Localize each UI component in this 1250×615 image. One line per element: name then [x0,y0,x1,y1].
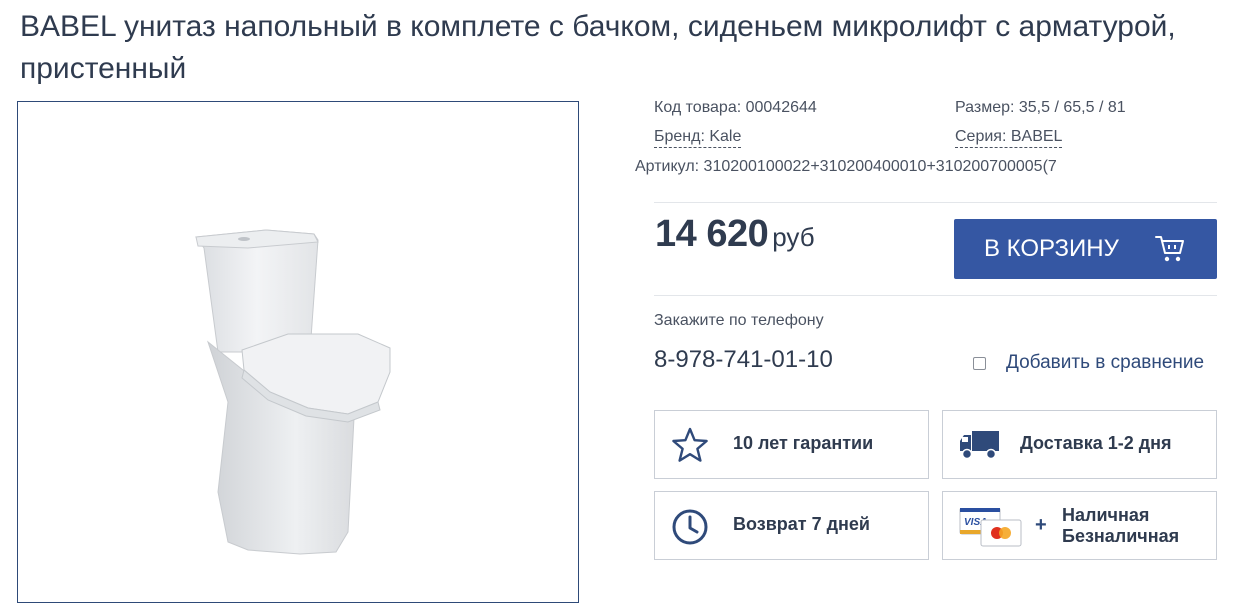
compare-toggle[interactable]: Добавить в сравнение [973,352,1204,374]
compare-checkbox[interactable] [973,356,986,370]
feature-return-label: Возврат 7 дней [733,514,870,534]
feature-delivery: Доставка 1-2 дня [942,410,1217,479]
feature-delivery-label: Доставка 1-2 дня [1020,433,1172,453]
feature-payment-label: Наличная Безналичная [1062,505,1179,547]
brand-value: Kale [709,128,742,145]
product-size: Размер: 35,5 / 65,5 / 81 [955,99,1126,116]
product-image[interactable] [17,101,579,603]
cart-icon [1155,235,1185,270]
phone-number[interactable]: 8-978-741-01-10 [654,346,833,374]
truck-icon [959,427,1001,468]
series-value: BABEL [1010,128,1063,145]
phone-caption: Закажите по телефону [654,312,824,329]
divider [654,202,1217,203]
payment-card-label: Безналичная [1062,526,1180,546]
price: 14 620 руб [655,213,815,256]
feature-warranty-label: 10 лет гарантии [733,433,874,453]
price-currency: руб [772,222,815,252]
add-to-cart-label: В КОРЗИНУ [984,235,1119,262]
product-title: BABEL унитаз напольный в комплете с бачк… [20,10,1176,85]
product-series: Серия: BABEL [955,128,1063,148]
payment-cash-label: Наличная [1062,505,1150,525]
star-icon [671,427,709,468]
series-label: Серия: [955,128,1011,145]
feature-payment: VISA + Наличная Безналичная [942,491,1217,560]
toilet-image [195,229,391,555]
payment-plus: + [1035,514,1047,536]
product-article: Артикул: 310200100022+310200400010+31020… [635,158,1057,175]
product-code: Код товара: 00042644 [654,99,817,116]
price-amount: 14 620 [655,213,769,255]
payment-cards-icon: VISA [959,507,1025,553]
brand-link[interactable]: Бренд: Kale [654,128,742,148]
product-brand: Бренд: Kale [654,128,742,148]
divider [654,295,1217,296]
compare-label[interactable]: Добавить в сравнение [1006,352,1204,374]
clock-icon [671,508,709,551]
series-link[interactable]: Серия: BABEL [955,128,1063,148]
brand-label: Бренд: [654,128,710,145]
feature-warranty: 10 лет гарантии [654,410,929,479]
add-to-cart-button[interactable]: В КОРЗИНУ [954,219,1217,279]
feature-return: Возврат 7 дней [654,491,929,560]
